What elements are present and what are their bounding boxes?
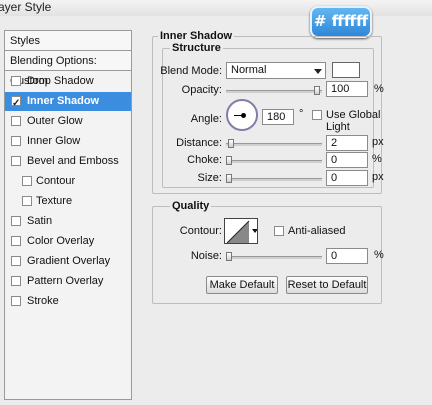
- style-item-label: Stroke: [27, 295, 59, 307]
- style-item-label: Drop Shadow: [27, 75, 94, 87]
- inner-shadow-panel: Inner Shadow Structure Blend Mode: Norma…: [148, 30, 384, 400]
- distance-label: Distance:: [176, 137, 222, 149]
- style-item-stroke[interactable]: Stroke: [5, 292, 131, 311]
- noise-slider-thumb[interactable]: [226, 252, 232, 261]
- window-title: ayer Style: [0, 0, 52, 14]
- contour-picker[interactable]: [224, 218, 258, 244]
- texture-checkbox[interactable]: [22, 196, 32, 206]
- opacity-slider[interactable]: [226, 86, 322, 95]
- blending-options[interactable]: Blending Options: Custom: [5, 51, 131, 87]
- quality-title: Quality: [170, 200, 212, 212]
- chevron-down-icon: [314, 69, 322, 74]
- style-item-label: Bevel and Emboss: [27, 155, 119, 167]
- style-item-gradient-overlay[interactable]: Gradient Overlay: [5, 252, 131, 271]
- choke-slider[interactable]: [226, 156, 322, 165]
- outer-glow-checkbox[interactable]: [11, 116, 21, 126]
- chevron-down-icon: [252, 229, 257, 233]
- styles-header[interactable]: Styles: [5, 31, 131, 51]
- style-item-outer-glow[interactable]: Outer Glow: [5, 112, 131, 131]
- noise-unit: %: [374, 249, 384, 261]
- contour-checkbox[interactable]: [22, 176, 32, 186]
- style-item-label: Inner Glow: [27, 135, 81, 147]
- style-item-inner-shadow[interactable]: Inner Shadow: [5, 92, 131, 113]
- angle-unit: °: [299, 108, 304, 120]
- opacity-label: Opacity:: [181, 84, 222, 96]
- use-global-light-checkbox[interactable]: [312, 110, 322, 120]
- drop-shadow-checkbox[interactable]: [11, 76, 21, 86]
- style-item-texture[interactable]: Texture: [5, 192, 131, 211]
- opacity-input[interactable]: 100: [326, 81, 368, 97]
- color-overlay-checkbox[interactable]: [11, 236, 21, 246]
- blend-mode-value: Normal: [231, 64, 267, 76]
- style-item-label: Outer Glow: [27, 115, 83, 127]
- stroke-checkbox[interactable]: [11, 296, 21, 306]
- style-item-label: Inner Shadow: [27, 95, 100, 107]
- angle-dial[interactable]: [226, 99, 258, 131]
- opacity-unit: %: [374, 83, 384, 95]
- pattern-overlay-checkbox[interactable]: [11, 276, 21, 286]
- style-item-inner-glow[interactable]: Inner Glow: [5, 132, 131, 151]
- noise-label: Noise:: [190, 250, 222, 262]
- use-global-light-label: Use Global Light: [326, 109, 381, 133]
- distance-slider[interactable]: [226, 139, 322, 148]
- size-slider-thumb[interactable]: [226, 174, 232, 183]
- angle-label: Angle:: [190, 113, 222, 125]
- satin-checkbox[interactable]: [11, 216, 21, 226]
- blend-mode-select[interactable]: Normal: [226, 62, 326, 79]
- style-item-label: Color Overlay: [27, 235, 95, 247]
- structure-title: Structure: [170, 42, 223, 54]
- anti-aliased-checkbox[interactable]: [274, 226, 284, 236]
- opacity-slider-thumb[interactable]: [314, 86, 320, 95]
- inner-shadow-checkbox[interactable]: [11, 94, 21, 113]
- style-item-pattern-overlay[interactable]: Pattern Overlay: [5, 272, 131, 291]
- gradient-overlay-checkbox[interactable]: [11, 256, 21, 266]
- style-item-satin[interactable]: Satin: [5, 212, 131, 231]
- angle-center-dot: [241, 113, 246, 118]
- bevel-emboss-checkbox[interactable]: [11, 156, 21, 166]
- styles-list: Styles Blending Options: Custom Drop Sha…: [4, 30, 132, 400]
- shadow-color-swatch[interactable]: [332, 62, 360, 78]
- distance-slider-thumb[interactable]: [228, 139, 234, 148]
- choke-label: Choke:: [187, 154, 222, 166]
- style-item-label: Pattern Overlay: [27, 275, 104, 287]
- distance-input[interactable]: 2: [326, 135, 368, 151]
- noise-input[interactable]: 0: [326, 248, 368, 264]
- inner-glow-checkbox[interactable]: [11, 136, 21, 146]
- noise-slider[interactable]: [226, 252, 322, 261]
- size-input[interactable]: 0: [326, 170, 368, 186]
- style-item-label: Texture: [36, 195, 73, 207]
- style-item-label: Gradient Overlay: [27, 255, 111, 267]
- size-label: Size:: [197, 172, 222, 184]
- size-slider[interactable]: [226, 174, 322, 183]
- angle-input[interactable]: 180: [262, 109, 294, 125]
- make-default-button[interactable]: Make Default: [206, 276, 278, 294]
- distance-unit: px: [372, 136, 384, 148]
- choke-unit: %: [372, 153, 382, 165]
- blend-mode-label: Blend Mode:: [160, 65, 222, 77]
- size-unit: px: [372, 171, 384, 183]
- anti-aliased-label: Anti-aliased: [288, 225, 346, 237]
- choke-slider-thumb[interactable]: [226, 156, 232, 165]
- style-item-label: Satin: [27, 215, 53, 227]
- style-item-color-overlay[interactable]: Color Overlay: [5, 232, 131, 251]
- reset-to-default-button[interactable]: Reset to Default: [286, 276, 368, 294]
- style-item-drop-shadow[interactable]: Drop Shadow: [5, 72, 131, 91]
- inner-shadow-title: Inner Shadow: [158, 30, 235, 42]
- style-item-label: Contour: [36, 175, 76, 187]
- style-item-contour[interactable]: Contour: [5, 172, 131, 191]
- choke-input[interactable]: 0: [326, 152, 368, 168]
- style-item-bevel-emboss[interactable]: Bevel and Emboss: [5, 152, 131, 171]
- contour-label: Contour:: [179, 225, 222, 237]
